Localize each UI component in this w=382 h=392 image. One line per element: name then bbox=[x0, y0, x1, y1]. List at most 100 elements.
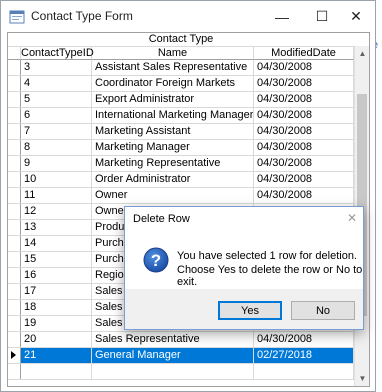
column-header-modifieddate[interactable]: ModifiedDate bbox=[254, 46, 354, 60]
dialog-body: ? You have selected 1 row for deletion. … bbox=[125, 231, 363, 289]
cell-name[interactable]: Sales Representative bbox=[92, 332, 254, 347]
cell-contacttypeid[interactable]: 9 bbox=[21, 156, 92, 171]
cell-modifieddate[interactable]: 04/30/2008 bbox=[254, 172, 354, 187]
cell-contacttypeid[interactable]: 3 bbox=[21, 60, 92, 75]
cell-contacttypeid[interactable]: 17 bbox=[21, 284, 92, 299]
cell-name[interactable]: International Marketing Manager bbox=[92, 108, 254, 123]
current-row-arrow-icon bbox=[11, 351, 16, 359]
table-row[interactable]: 9 Marketing Representative 04/30/2008 bbox=[8, 156, 354, 172]
table-row[interactable]: 3 Assistant Sales Representative 04/30/200… bbox=[8, 60, 354, 76]
cell-contacttypeid[interactable]: 5 bbox=[21, 92, 92, 107]
dialog-button-bar: Yes No bbox=[125, 289, 363, 329]
minimize-button[interactable]: — bbox=[265, 1, 299, 32]
yes-button[interactable]: Yes bbox=[218, 301, 282, 320]
svg-text:?: ? bbox=[151, 251, 161, 270]
cell-contacttypeid[interactable]: 6 bbox=[21, 108, 92, 123]
cell-modifieddate[interactable]: 04/30/2008 bbox=[254, 108, 354, 123]
window-title: Contact Type Form bbox=[31, 9, 133, 23]
table-row[interactable]: 4 Coordinator Foreign Markets 04/30/2008 bbox=[8, 76, 354, 92]
title-bar: Contact Type Form — ☐ ✕ bbox=[1, 1, 375, 32]
cell-contacttypeid[interactable]: 13 bbox=[21, 220, 92, 235]
column-header-contacttypeid[interactable]: ContactTypeID bbox=[21, 46, 94, 60]
cell-contacttypeid[interactable]: 19 bbox=[21, 316, 92, 331]
row-header[interactable] bbox=[8, 252, 21, 267]
cell-modifieddate[interactable]: 04/30/2008 bbox=[254, 124, 354, 139]
table-row[interactable]: 20 Sales Representative 04/30/2008 bbox=[8, 332, 354, 348]
cell-contacttypeid[interactable]: 12 bbox=[21, 204, 92, 219]
dialog-message-line-2: Choose Yes to delete the row or No to ex… bbox=[177, 264, 363, 288]
question-icon: ? bbox=[143, 247, 169, 273]
cell-modifieddate[interactable]: 02/27/2018 bbox=[254, 348, 354, 363]
row-header[interactable] bbox=[8, 220, 21, 235]
row-header[interactable] bbox=[8, 300, 21, 315]
row-header-corner[interactable] bbox=[8, 46, 21, 60]
row-header[interactable] bbox=[8, 60, 21, 75]
contact-type-form-window: Contact Type Form — ☐ ✕ Contact Type Con… bbox=[0, 0, 376, 392]
cell-name[interactable] bbox=[92, 364, 254, 379]
row-header[interactable] bbox=[8, 156, 21, 171]
cell-contacttypeid[interactable]: 16 bbox=[21, 268, 92, 283]
cell-contacttypeid[interactable]: 4 bbox=[21, 76, 92, 91]
row-header[interactable] bbox=[8, 124, 21, 139]
cell-name[interactable]: Owner bbox=[92, 188, 254, 203]
row-header[interactable] bbox=[8, 348, 21, 363]
app-icon bbox=[9, 10, 25, 24]
cell-contacttypeid[interactable]: 7 bbox=[21, 124, 92, 139]
cell-name[interactable]: Coordinator Foreign Markets bbox=[92, 76, 254, 91]
cell-name[interactable]: Marketing Representative bbox=[92, 156, 254, 171]
column-header-name[interactable]: Name bbox=[92, 46, 254, 60]
cell-contacttypeid[interactable]: 18 bbox=[21, 300, 92, 315]
table-row[interactable]: 21 General Manager 02/27/2018 bbox=[8, 348, 354, 364]
cell-modifieddate[interactable] bbox=[254, 364, 354, 379]
cell-contacttypeid[interactable]: 8 bbox=[21, 140, 92, 155]
table-row[interactable]: 8 Marketing Manager 04/30/2008 bbox=[8, 140, 354, 156]
cell-name[interactable]: Order Administrator bbox=[92, 172, 254, 187]
dialog-title: Delete Row bbox=[133, 213, 190, 225]
cell-contacttypeid[interactable]: 21 bbox=[21, 348, 92, 363]
cell-modifieddate[interactable]: 04/30/2008 bbox=[254, 156, 354, 171]
row-header[interactable] bbox=[8, 268, 21, 283]
row-header[interactable] bbox=[8, 316, 21, 331]
table-row[interactable]: 10 Order Administrator 04/30/2008 bbox=[8, 172, 354, 188]
cell-name[interactable]: Marketing Manager bbox=[92, 140, 254, 155]
cell-name[interactable]: General Manager bbox=[92, 348, 254, 363]
row-header[interactable] bbox=[8, 332, 21, 347]
table-row[interactable]: 5 Export Administrator 04/30/2008 bbox=[8, 92, 354, 108]
close-button[interactable]: ✕ bbox=[339, 1, 373, 32]
cell-name[interactable]: Assistant Sales Representative bbox=[92, 60, 254, 75]
row-header[interactable] bbox=[8, 364, 21, 379]
table-row[interactable]: 11 Owner 04/30/2008 bbox=[8, 188, 354, 204]
cell-contacttypeid[interactable]: 11 bbox=[21, 188, 92, 203]
cell-contacttypeid[interactable]: 20 bbox=[21, 332, 92, 347]
cell-modifieddate[interactable]: 04/30/2008 bbox=[254, 332, 354, 347]
cell-modifieddate[interactable]: 04/30/2008 bbox=[254, 188, 354, 203]
cell-contacttypeid[interactable]: 15 bbox=[21, 252, 92, 267]
cell-contacttypeid[interactable]: 10 bbox=[21, 172, 92, 187]
row-header[interactable] bbox=[8, 108, 21, 123]
table-row[interactable]: 7 Marketing Assistant 04/30/2008 bbox=[8, 124, 354, 140]
row-header[interactable] bbox=[8, 188, 21, 203]
dialog-close-button[interactable]: ✕ bbox=[343, 209, 361, 227]
cell-modifieddate[interactable]: 04/30/2008 bbox=[254, 60, 354, 75]
no-button[interactable]: No bbox=[291, 301, 355, 320]
row-header[interactable] bbox=[8, 204, 21, 219]
row-header[interactable] bbox=[8, 140, 21, 155]
row-header[interactable] bbox=[8, 92, 21, 107]
table-row[interactable]: 6 International Marketing Manager 04/30/20… bbox=[8, 108, 354, 124]
row-header[interactable] bbox=[8, 284, 21, 299]
cell-contacttypeid[interactable] bbox=[21, 364, 92, 379]
cell-contacttypeid[interactable]: 14 bbox=[21, 236, 92, 251]
cell-name[interactable]: Export Administrator bbox=[92, 92, 254, 107]
maximize-button[interactable]: ☐ bbox=[305, 1, 339, 32]
dialog-message-line-1: You have selected 1 row for deletion. bbox=[177, 250, 357, 262]
cell-modifieddate[interactable]: 04/30/2008 bbox=[254, 76, 354, 91]
scroll-down-arrow-icon[interactable]: ▼ bbox=[355, 371, 369, 386]
row-header[interactable] bbox=[8, 76, 21, 91]
cell-name[interactable]: Marketing Assistant bbox=[92, 124, 254, 139]
cell-modifieddate[interactable]: 04/30/2008 bbox=[254, 92, 354, 107]
row-header[interactable] bbox=[8, 236, 21, 251]
scroll-up-arrow-icon[interactable]: ▲ bbox=[355, 46, 369, 61]
table-row[interactable] bbox=[8, 364, 354, 380]
cell-modifieddate[interactable]: 04/30/2008 bbox=[254, 140, 354, 155]
row-header[interactable] bbox=[8, 172, 21, 187]
